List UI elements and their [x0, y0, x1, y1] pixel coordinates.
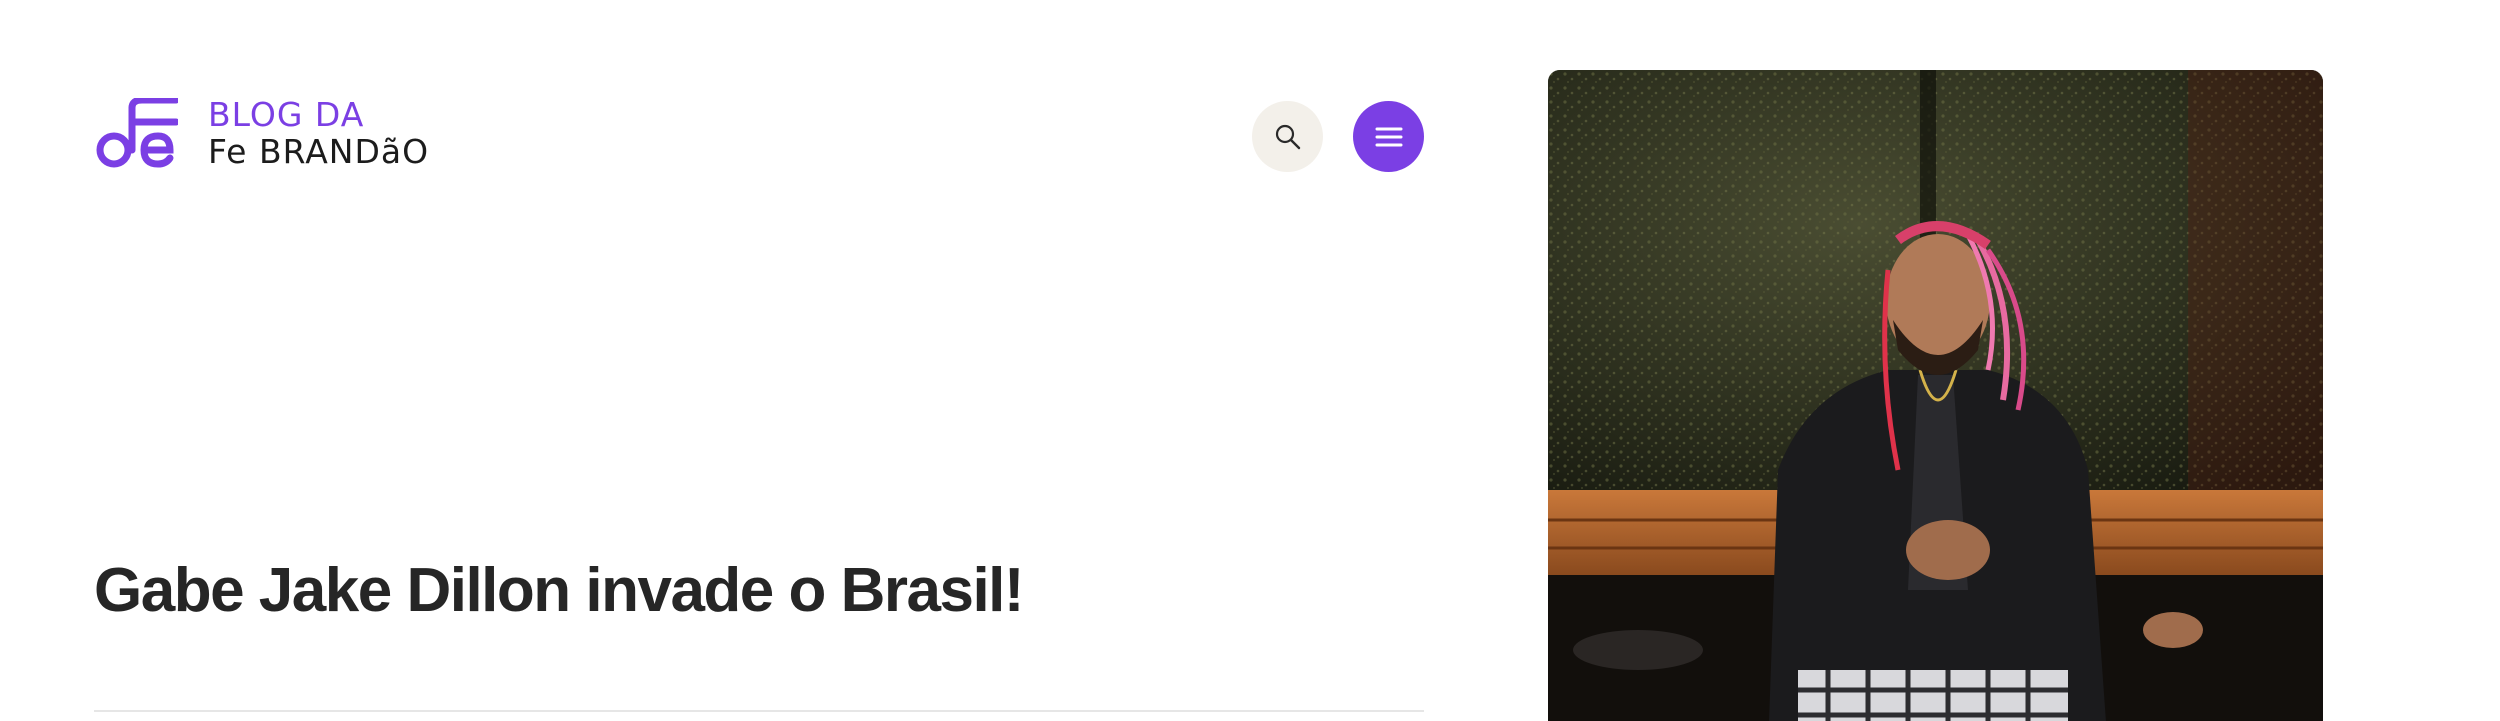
- hamburger-menu-icon: [1375, 125, 1403, 149]
- title-divider: [94, 710, 1424, 712]
- page: BLOG DA Fe BRANDãO Gabe Jake Dillon inva…: [0, 0, 2500, 721]
- featured-image: [1548, 70, 2323, 721]
- music-note-fe-logo-icon: [96, 98, 178, 168]
- logo-text: BLOG DA Fe BRANDãO: [208, 98, 429, 168]
- search-icon: [1272, 121, 1304, 153]
- search-button[interactable]: [1252, 101, 1323, 172]
- logo-line-1: BLOG DA: [208, 95, 365, 134]
- post-title: Gabe Jake Dillon invade o Brasil!: [94, 556, 1025, 625]
- site-logo[interactable]: BLOG DA Fe BRANDãO: [94, 98, 429, 168]
- menu-button[interactable]: [1353, 101, 1424, 172]
- logo-line-2: Fe BRANDãO: [208, 132, 430, 171]
